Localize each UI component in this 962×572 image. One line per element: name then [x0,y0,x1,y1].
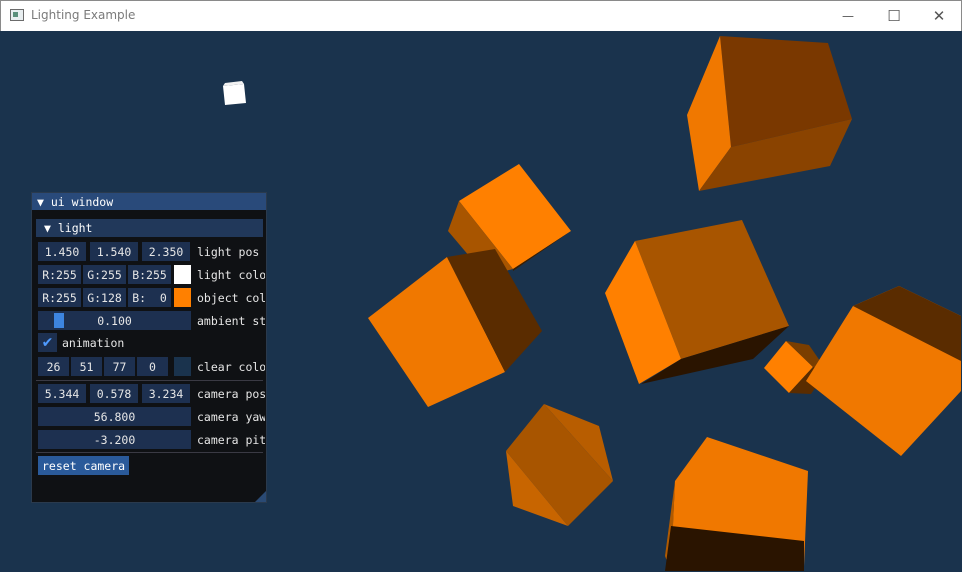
object-color-r-field[interactable]: R:255 [38,288,81,307]
ambient-strength-slider[interactable]: 0.100 [38,311,191,330]
light-color-swatch[interactable] [174,265,191,284]
minimize-button[interactable]: — [825,1,871,31]
object-color-swatch[interactable] [174,288,191,307]
close-button[interactable]: ✕ [916,1,962,31]
slider-grab-handle[interactable] [53,313,64,328]
separator [36,452,263,453]
object-cube [806,286,961,456]
object-cube [665,437,808,571]
light-pos-z-field[interactable]: 2.350 [142,242,190,261]
light-section-header[interactable]: ▼ light [36,219,263,237]
object-color-b-field[interactable]: B: 0 [128,288,171,307]
ambient-strength-label: ambient st [197,313,265,328]
checkmark-icon: ✔ [41,334,54,351]
clear-color-a-field[interactable]: 0 [137,357,168,376]
camera-pos-x-field[interactable]: 5.344 [38,384,86,403]
resize-grip[interactable] [255,491,266,502]
object-cube [506,404,613,526]
light-pos-label: light pos [197,244,260,259]
clear-color-swatch[interactable] [174,357,191,376]
animation-label: animation [62,335,125,350]
object-cube [368,249,542,407]
camera-yaw-label: camera yaw [197,409,265,424]
camera-pitch-label: camera pit [197,432,265,447]
light-pos-x-field[interactable]: 1.450 [38,242,86,261]
ambient-strength-value: 0.100 [97,313,132,328]
app-icon [10,9,24,21]
light-pos-y-field[interactable]: 1.540 [90,242,138,261]
title-bar: Lighting Example — ☐ ✕ [0,0,962,31]
window-title: Lighting Example [31,8,136,22]
object-cube [687,36,852,191]
camera-pos-y-field[interactable]: 0.578 [90,384,138,403]
clear-color-b-field[interactable]: 77 [104,357,135,376]
camera-pitch-field[interactable]: -3.200 [38,430,191,449]
object-color-label: object col [197,290,265,305]
object-cube [605,220,789,384]
light-cube [223,81,246,105]
camera-yaw-field[interactable]: 56.800 [38,407,191,426]
clear-color-label: clear colo [197,359,265,374]
light-color-r-field[interactable]: R:255 [38,265,81,284]
clear-color-g-field[interactable]: 51 [71,357,102,376]
object-color-g-field[interactable]: G:128 [83,288,126,307]
separator [36,380,263,381]
maximize-button[interactable]: ☐ [871,1,917,31]
panel-title[interactable]: ▼ ui window [32,193,266,210]
animation-checkbox[interactable]: ✔ [38,333,57,352]
light-color-label: light colo [197,267,265,282]
clear-color-r-field[interactable]: 26 [38,357,69,376]
camera-pos-label: camera pos [197,386,265,401]
reset-camera-button[interactable]: reset camera [38,456,130,475]
light-color-g-field[interactable]: G:255 [83,265,126,284]
camera-pos-z-field[interactable]: 3.234 [142,384,190,403]
light-color-b-field[interactable]: B:255 [128,265,171,284]
ui-window-panel[interactable]: ▼ ui window ▼ light 1.450 1.540 2.350 li… [31,192,267,503]
